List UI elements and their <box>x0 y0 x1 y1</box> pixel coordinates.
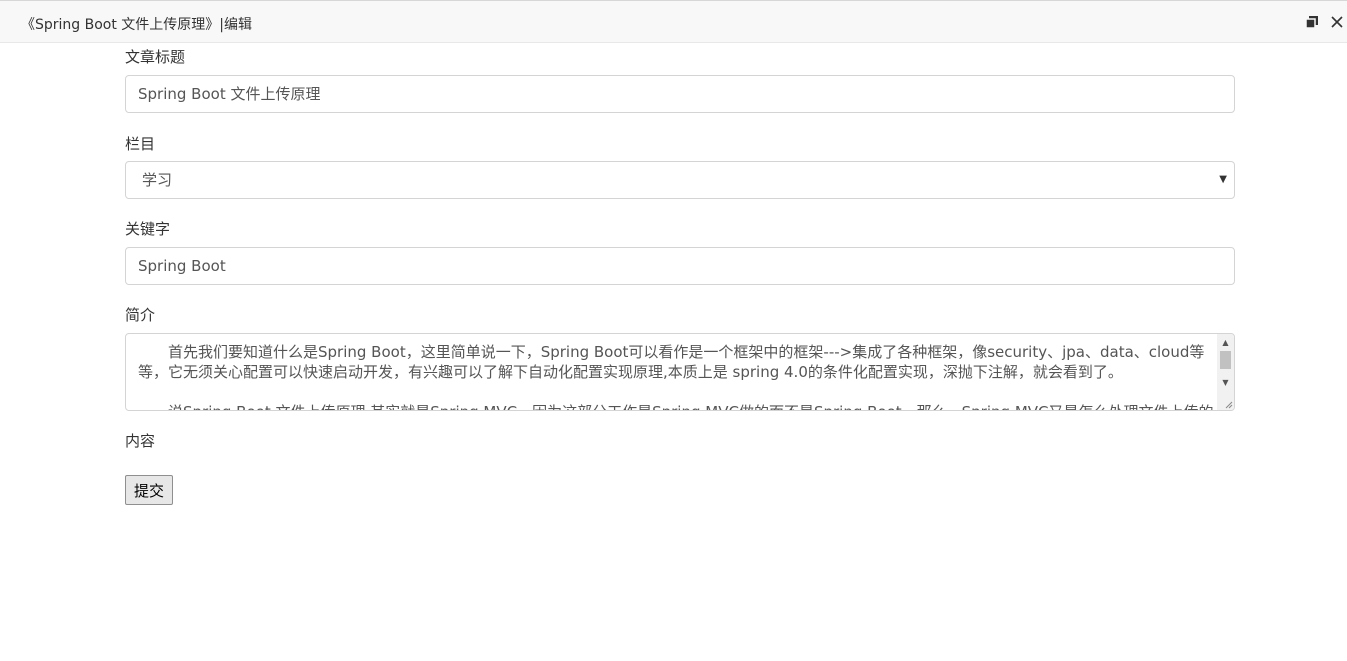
window-titlebar: 《Spring Boot 文件上传原理》|编辑 <box>0 0 1347 43</box>
category-selected-value: 学习 <box>142 171 173 189</box>
category-select[interactable]: 学习 ▼ <box>125 161 1235 199</box>
keywords-input[interactable]: Spring Boot <box>125 247 1235 285</box>
restore-icon[interactable] <box>1304 14 1320 30</box>
scroll-thumb[interactable] <box>1220 351 1231 369</box>
intro-paragraph: 说Spring Boot 文件上传原理 其实就是Spring MVC，因为这部分… <box>138 402 1216 410</box>
title-input[interactable]: Spring Boot 文件上传原理 <box>125 75 1235 113</box>
content-label: 内容 <box>125 432 156 450</box>
intro-label: 简介 <box>125 306 156 324</box>
intro-text: 首先我们要知道什么是Spring Boot，这里简单说一下，Spring Boo… <box>138 342 1216 410</box>
scroll-up-icon[interactable]: ▲ <box>1217 336 1234 350</box>
title-label: 文章标题 <box>125 48 186 66</box>
keywords-label: 关键字 <box>125 220 171 238</box>
intro-paragraph: 首先我们要知道什么是Spring Boot，这里简单说一下，Spring Boo… <box>138 343 1205 381</box>
close-icon[interactable] <box>1329 14 1345 30</box>
resize-handle-icon[interactable] <box>1223 399 1233 409</box>
window-title: 《Spring Boot 文件上传原理》|编辑 <box>21 17 253 33</box>
chevron-down-icon: ▼ <box>1219 174 1227 185</box>
submit-button[interactable]: 提交 <box>125 475 173 505</box>
intro-textarea[interactable]: 首先我们要知道什么是Spring Boot，这里简单说一下，Spring Boo… <box>125 333 1235 411</box>
category-label: 栏目 <box>125 135 156 153</box>
scroll-down-icon[interactable]: ▼ <box>1217 376 1234 390</box>
